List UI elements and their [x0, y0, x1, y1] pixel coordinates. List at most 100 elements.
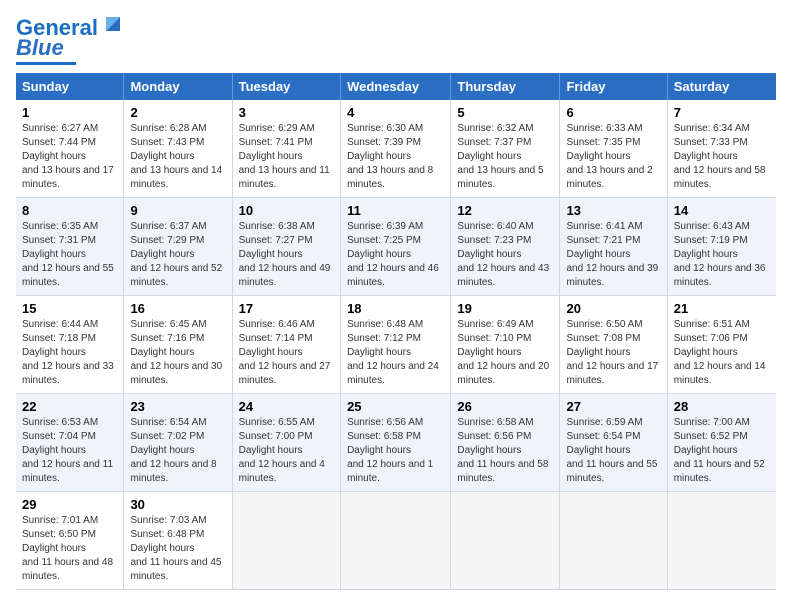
- column-header-wednesday: Wednesday: [341, 73, 451, 100]
- day-info: Sunrise: 6:54 AM Sunset: 7:02 PM Dayligh…: [130, 416, 225, 486]
- day-cell: 13 Sunrise: 6:41 AM Sunset: 7:21 PM Dayl…: [560, 198, 667, 296]
- day-cell: 16 Sunrise: 6:45 AM Sunset: 7:16 PM Dayl…: [124, 296, 232, 394]
- week-row-4: 22 Sunrise: 6:53 AM Sunset: 7:04 PM Dayl…: [16, 394, 776, 492]
- calendar-table: SundayMondayTuesdayWednesdayThursdayFrid…: [16, 73, 776, 590]
- day-info: Sunrise: 6:28 AM Sunset: 7:43 PM Dayligh…: [130, 122, 225, 192]
- day-info: Sunrise: 7:00 AM Sunset: 6:52 PM Dayligh…: [674, 416, 770, 486]
- day-cell: 27 Sunrise: 6:59 AM Sunset: 6:54 PM Dayl…: [560, 394, 667, 492]
- day-cell: 12 Sunrise: 6:40 AM Sunset: 7:23 PM Dayl…: [451, 198, 560, 296]
- day-cell: 18 Sunrise: 6:48 AM Sunset: 7:12 PM Dayl…: [341, 296, 451, 394]
- day-cell: 19 Sunrise: 6:49 AM Sunset: 7:10 PM Dayl…: [451, 296, 560, 394]
- day-cell: 3 Sunrise: 6:29 AM Sunset: 7:41 PM Dayli…: [232, 100, 340, 198]
- day-number: 20: [566, 301, 660, 316]
- day-info: Sunrise: 6:33 AM Sunset: 7:35 PM Dayligh…: [566, 122, 660, 192]
- day-info: Sunrise: 6:44 AM Sunset: 7:18 PM Dayligh…: [22, 318, 117, 388]
- day-cell: 7 Sunrise: 6:34 AM Sunset: 7:33 PM Dayli…: [667, 100, 776, 198]
- week-row-2: 8 Sunrise: 6:35 AM Sunset: 7:31 PM Dayli…: [16, 198, 776, 296]
- day-info: Sunrise: 6:49 AM Sunset: 7:10 PM Dayligh…: [457, 318, 553, 388]
- day-number: 15: [22, 301, 117, 316]
- day-info: Sunrise: 6:45 AM Sunset: 7:16 PM Dayligh…: [130, 318, 225, 388]
- day-number: 19: [457, 301, 553, 316]
- day-number: 30: [130, 497, 225, 512]
- day-number: 2: [130, 105, 225, 120]
- day-cell: 8 Sunrise: 6:35 AM Sunset: 7:31 PM Dayli…: [16, 198, 124, 296]
- day-number: 1: [22, 105, 117, 120]
- day-number: 11: [347, 203, 444, 218]
- day-info: Sunrise: 6:41 AM Sunset: 7:21 PM Dayligh…: [566, 220, 660, 290]
- day-cell: [341, 492, 451, 590]
- day-info: Sunrise: 6:37 AM Sunset: 7:29 PM Dayligh…: [130, 220, 225, 290]
- day-number: 4: [347, 105, 444, 120]
- column-header-sunday: Sunday: [16, 73, 124, 100]
- day-number: 13: [566, 203, 660, 218]
- day-cell: 1 Sunrise: 6:27 AM Sunset: 7:44 PM Dayli…: [16, 100, 124, 198]
- week-row-1: 1 Sunrise: 6:27 AM Sunset: 7:44 PM Dayli…: [16, 100, 776, 198]
- day-info: Sunrise: 6:38 AM Sunset: 7:27 PM Dayligh…: [239, 220, 334, 290]
- day-info: Sunrise: 6:43 AM Sunset: 7:19 PM Dayligh…: [674, 220, 770, 290]
- day-cell: 17 Sunrise: 6:46 AM Sunset: 7:14 PM Dayl…: [232, 296, 340, 394]
- day-number: 12: [457, 203, 553, 218]
- day-number: 7: [674, 105, 770, 120]
- day-number: 23: [130, 399, 225, 414]
- week-row-3: 15 Sunrise: 6:44 AM Sunset: 7:18 PM Dayl…: [16, 296, 776, 394]
- day-info: Sunrise: 7:01 AM Sunset: 6:50 PM Dayligh…: [22, 514, 117, 584]
- day-cell: [560, 492, 667, 590]
- day-cell: [451, 492, 560, 590]
- day-info: Sunrise: 6:46 AM Sunset: 7:14 PM Dayligh…: [239, 318, 334, 388]
- day-number: 25: [347, 399, 444, 414]
- day-cell: 20 Sunrise: 6:50 AM Sunset: 7:08 PM Dayl…: [560, 296, 667, 394]
- logo-line: [16, 62, 76, 65]
- day-cell: 9 Sunrise: 6:37 AM Sunset: 7:29 PM Dayli…: [124, 198, 232, 296]
- day-info: Sunrise: 6:51 AM Sunset: 7:06 PM Dayligh…: [674, 318, 770, 388]
- day-info: Sunrise: 7:03 AM Sunset: 6:48 PM Dayligh…: [130, 514, 225, 584]
- logo-icon: [102, 13, 124, 35]
- day-info: Sunrise: 6:35 AM Sunset: 7:31 PM Dayligh…: [22, 220, 117, 290]
- column-header-tuesday: Tuesday: [232, 73, 340, 100]
- day-info: Sunrise: 6:39 AM Sunset: 7:25 PM Dayligh…: [347, 220, 444, 290]
- day-cell: 4 Sunrise: 6:30 AM Sunset: 7:39 PM Dayli…: [341, 100, 451, 198]
- day-cell: 24 Sunrise: 6:55 AM Sunset: 7:00 PM Dayl…: [232, 394, 340, 492]
- day-cell: 2 Sunrise: 6:28 AM Sunset: 7:43 PM Dayli…: [124, 100, 232, 198]
- day-cell: 10 Sunrise: 6:38 AM Sunset: 7:27 PM Dayl…: [232, 198, 340, 296]
- day-cell: 22 Sunrise: 6:53 AM Sunset: 7:04 PM Dayl…: [16, 394, 124, 492]
- day-number: 18: [347, 301, 444, 316]
- day-cell: [232, 492, 340, 590]
- day-cell: 30 Sunrise: 7:03 AM Sunset: 6:48 PM Dayl…: [124, 492, 232, 590]
- day-info: Sunrise: 6:50 AM Sunset: 7:08 PM Dayligh…: [566, 318, 660, 388]
- logo: General Blue: [16, 16, 124, 65]
- column-header-saturday: Saturday: [667, 73, 776, 100]
- day-info: Sunrise: 6:53 AM Sunset: 7:04 PM Dayligh…: [22, 416, 117, 486]
- day-info: Sunrise: 6:58 AM Sunset: 6:56 PM Dayligh…: [457, 416, 553, 486]
- day-info: Sunrise: 6:32 AM Sunset: 7:37 PM Dayligh…: [457, 122, 553, 192]
- day-info: Sunrise: 6:40 AM Sunset: 7:23 PM Dayligh…: [457, 220, 553, 290]
- header-row: SundayMondayTuesdayWednesdayThursdayFrid…: [16, 73, 776, 100]
- column-header-thursday: Thursday: [451, 73, 560, 100]
- day-cell: 5 Sunrise: 6:32 AM Sunset: 7:37 PM Dayli…: [451, 100, 560, 198]
- day-number: 26: [457, 399, 553, 414]
- day-number: 8: [22, 203, 117, 218]
- day-number: 17: [239, 301, 334, 316]
- day-number: 14: [674, 203, 770, 218]
- day-info: Sunrise: 6:29 AM Sunset: 7:41 PM Dayligh…: [239, 122, 334, 192]
- page-header: General Blue: [16, 16, 776, 65]
- day-cell: 11 Sunrise: 6:39 AM Sunset: 7:25 PM Dayl…: [341, 198, 451, 296]
- day-info: Sunrise: 6:27 AM Sunset: 7:44 PM Dayligh…: [22, 122, 117, 192]
- day-cell: 14 Sunrise: 6:43 AM Sunset: 7:19 PM Dayl…: [667, 198, 776, 296]
- day-number: 29: [22, 497, 117, 512]
- logo-blue-text: Blue: [16, 36, 64, 60]
- day-info: Sunrise: 6:55 AM Sunset: 7:00 PM Dayligh…: [239, 416, 334, 486]
- day-cell: 29 Sunrise: 7:01 AM Sunset: 6:50 PM Dayl…: [16, 492, 124, 590]
- day-info: Sunrise: 6:34 AM Sunset: 7:33 PM Dayligh…: [674, 122, 770, 192]
- day-number: 27: [566, 399, 660, 414]
- day-number: 3: [239, 105, 334, 120]
- day-number: 5: [457, 105, 553, 120]
- day-info: Sunrise: 6:30 AM Sunset: 7:39 PM Dayligh…: [347, 122, 444, 192]
- day-info: Sunrise: 6:48 AM Sunset: 7:12 PM Dayligh…: [347, 318, 444, 388]
- day-cell: 6 Sunrise: 6:33 AM Sunset: 7:35 PM Dayli…: [560, 100, 667, 198]
- day-number: 6: [566, 105, 660, 120]
- day-cell: [667, 492, 776, 590]
- day-cell: 15 Sunrise: 6:44 AM Sunset: 7:18 PM Dayl…: [16, 296, 124, 394]
- day-number: 22: [22, 399, 117, 414]
- day-number: 21: [674, 301, 770, 316]
- day-info: Sunrise: 6:56 AM Sunset: 6:58 PM Dayligh…: [347, 416, 444, 486]
